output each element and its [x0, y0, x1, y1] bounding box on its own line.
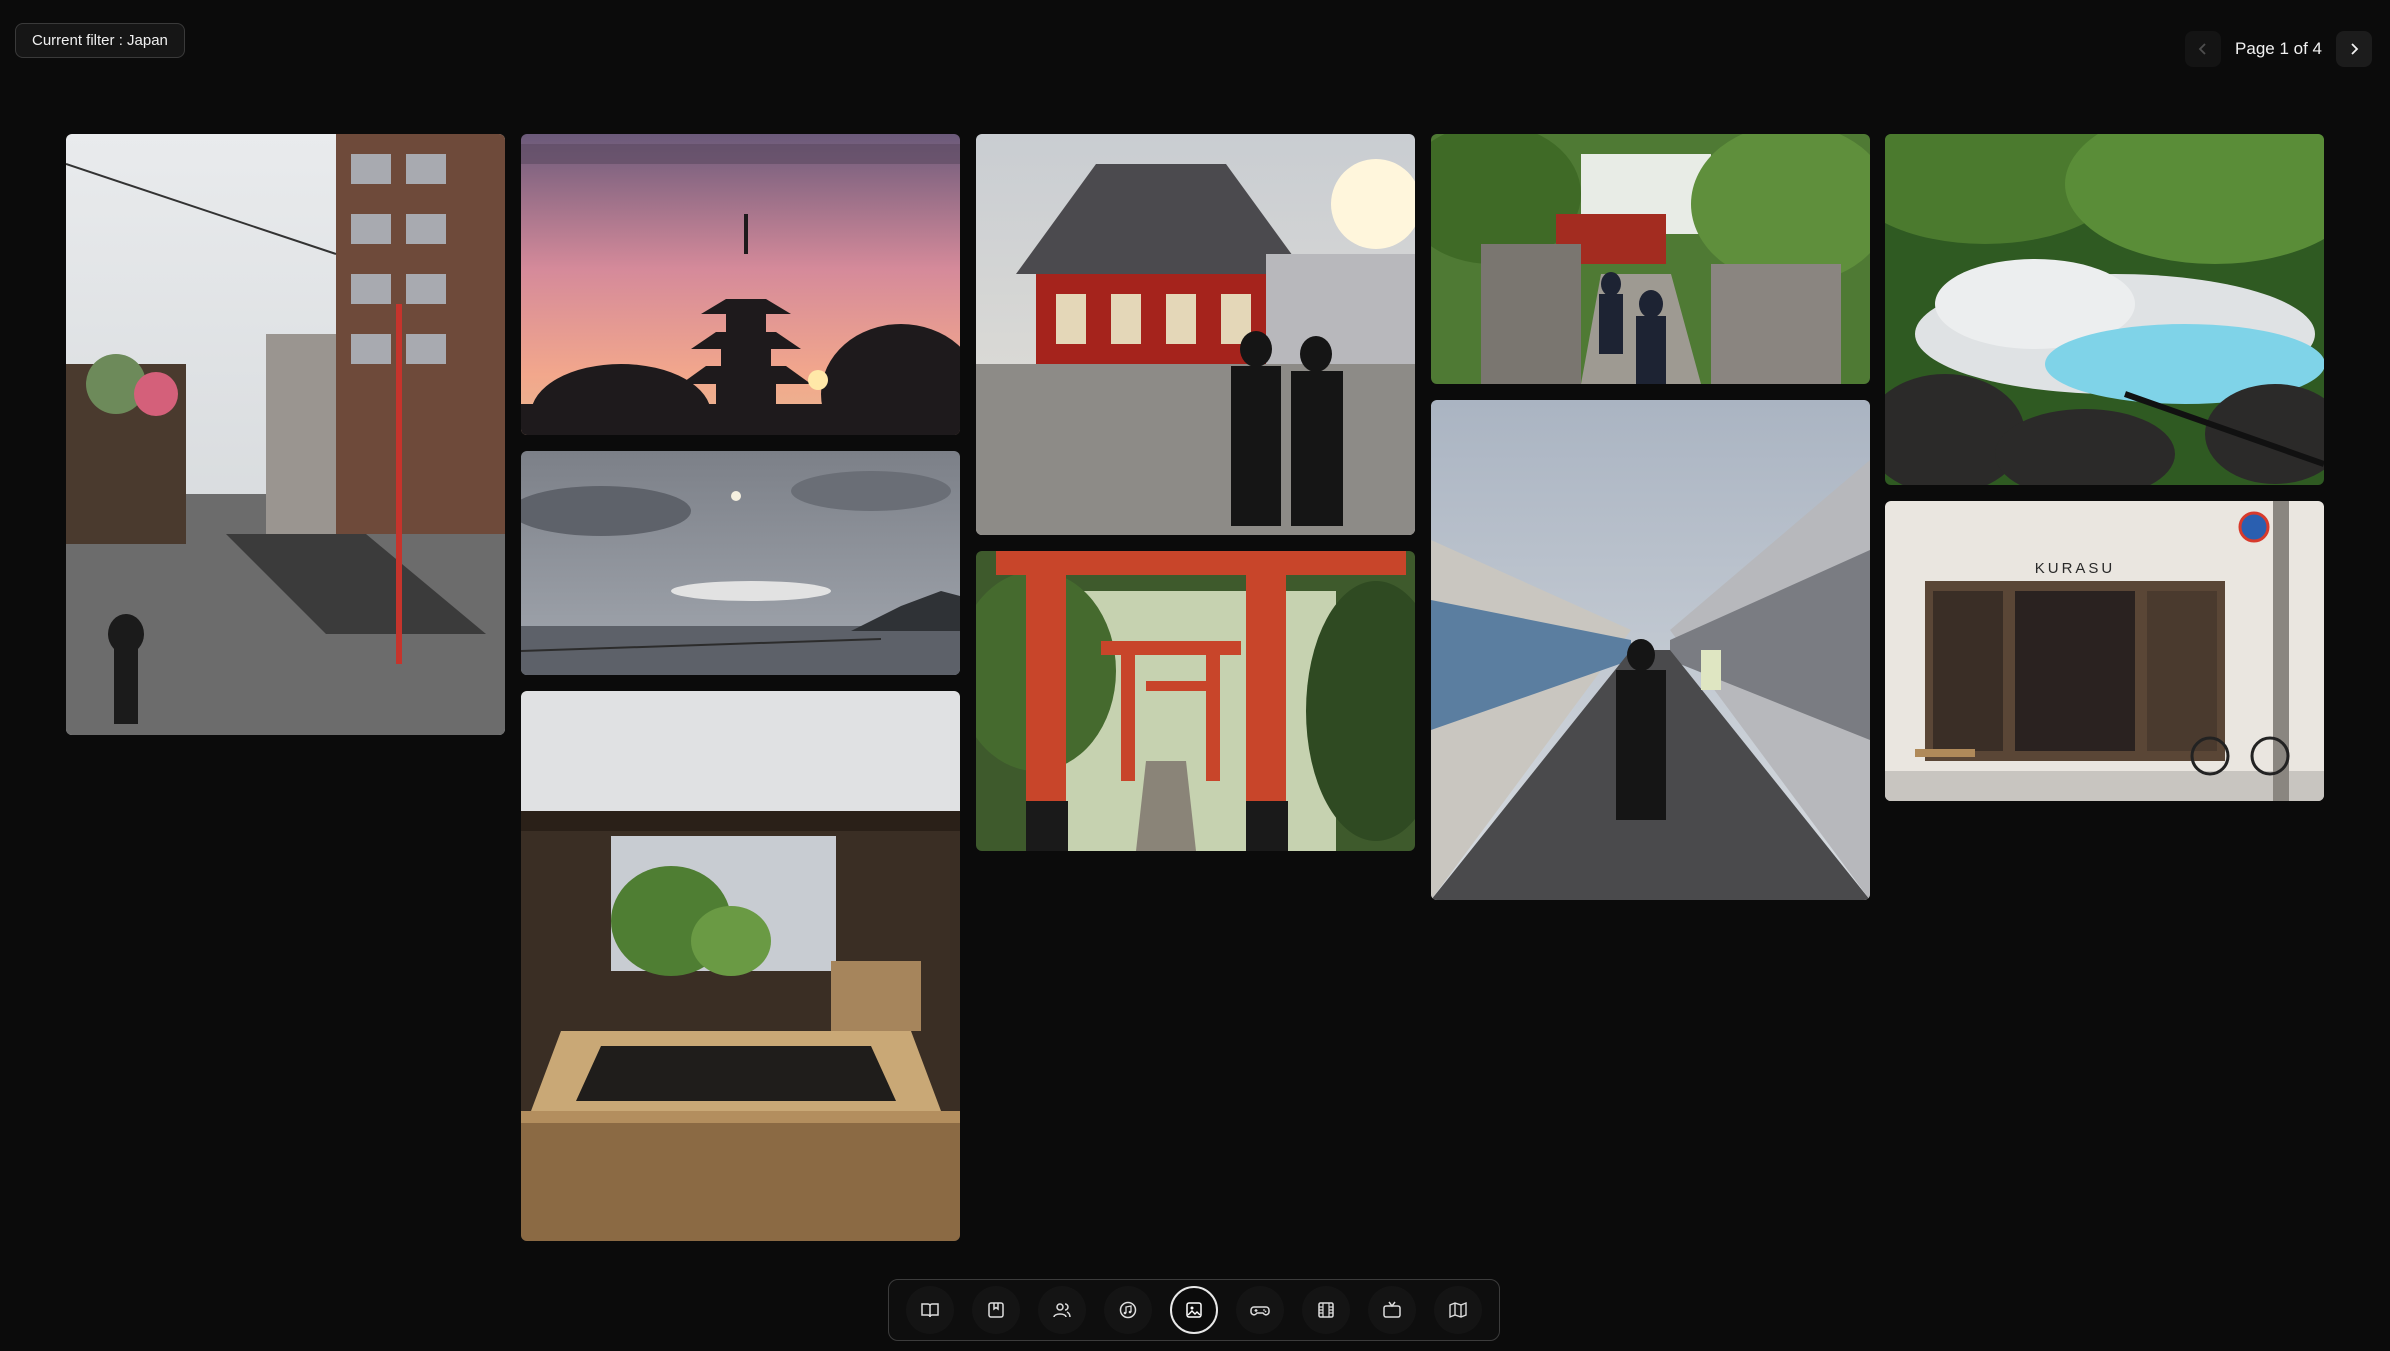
bookmark-icon	[988, 1302, 1004, 1318]
photo-shrine-stairs[interactable]	[1431, 134, 1870, 384]
photo-shopping-arcade[interactable]	[1431, 400, 1870, 900]
gamepad-icon	[1250, 1306, 1270, 1316]
photo-torii-gates[interactable]	[976, 551, 1415, 851]
kurasu-sign-text: KURASU	[2035, 560, 2116, 577]
tv-icon	[1383, 1301, 1401, 1318]
page-indicator: Page 1 of 4	[2235, 39, 2322, 58]
dock-books-button[interactable]	[906, 1286, 954, 1334]
chevron-right-icon	[2351, 43, 2359, 55]
people-icon	[1053, 1303, 1071, 1318]
photo-sea-moon[interactable]	[521, 451, 960, 675]
dock-movies-button[interactable]	[1302, 1286, 1350, 1334]
photo-street-walk[interactable]	[66, 134, 505, 735]
photo-blue-hot-spring[interactable]	[1885, 134, 2324, 485]
photo-temple-two-men[interactable]	[976, 134, 1415, 535]
map-icon	[1449, 1301, 1467, 1319]
film-icon	[1318, 1302, 1334, 1318]
current-filter-label: Current filter : Japan	[32, 32, 168, 49]
photo-onsen-bath[interactable]	[521, 691, 960, 1241]
music-icon	[1119, 1301, 1137, 1319]
section-dock	[888, 1279, 1500, 1341]
dock-bookmark-button[interactable]	[972, 1286, 1020, 1334]
next-page-button[interactable]	[2336, 31, 2372, 67]
chevron-left-icon	[2198, 43, 2206, 55]
current-filter-chip[interactable]: Current filter : Japan	[15, 23, 185, 58]
dock-people-button[interactable]	[1038, 1286, 1086, 1334]
pagination: Page 1 of 4	[2185, 31, 2372, 67]
previous-page-button[interactable]	[2185, 31, 2222, 67]
dock-map-button[interactable]	[1434, 1286, 1482, 1334]
dock-games-button[interactable]	[1236, 1286, 1284, 1334]
dock-music-button[interactable]	[1104, 1286, 1152, 1334]
image-icon	[1186, 1302, 1202, 1318]
photo-pagoda-sunset[interactable]	[521, 134, 960, 435]
photo-kurasu-shop[interactable]: KURASU	[1885, 501, 2324, 801]
books-icon	[921, 1303, 939, 1318]
dock-tv-button[interactable]	[1368, 1286, 1416, 1334]
dock-photos-button[interactable]	[1170, 1286, 1218, 1334]
